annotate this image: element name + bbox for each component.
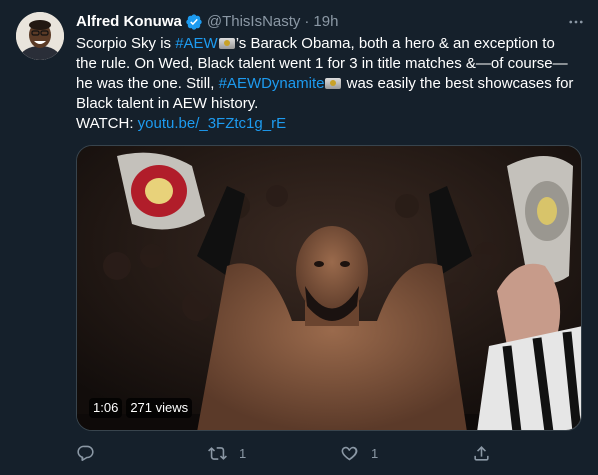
tweet[interactable]: Alfred Konuwa @ThisIsNasty · 19h Scorpio… [0,0,598,475]
retweet-count: 1 [239,445,247,461]
video-player[interactable]: 1:06 271 views [76,145,582,431]
author-handle[interactable]: @ThisIsNasty [207,12,301,32]
video-link[interactable]: youtu.be/_3FZtc1g_rE [138,115,286,132]
text-segment: was easily the best showcases for [342,75,574,92]
hashtag-link[interactable]: #AEWDynamite [219,75,325,92]
retweet-icon [208,446,227,460]
tweet-line: Black talent in AEW history. [76,94,586,114]
text-segment: he was the one. Still, [76,75,219,92]
tweet-timestamp[interactable]: 19h [313,12,338,32]
tweet-line: he was the one. Still, #AEWDynamite was … [76,74,586,94]
separator-dot: · [304,13,310,30]
avatar[interactable] [16,12,64,60]
like-button[interactable]: 1 [340,444,380,463]
video-info: 1:06 271 views [89,398,193,418]
avatar-image [16,12,64,60]
tweet-line: WATCH: youtu.be/_3FZtc1g_rE [76,114,586,134]
text-segment: ’s Barack Obama, both a hero & an except… [235,35,555,52]
tweet-line: Scorpio Sky is #AEW ’s Barack Obama, both… [76,34,586,54]
share-icon [474,445,489,461]
video-views: 271 views [126,398,193,418]
tweet-line: the rule. On Wed, Black talent went 1 fo… [76,54,586,74]
verified-badge-icon [185,13,203,31]
text-segment: Scorpio Sky is [76,35,176,52]
tweet-text: Scorpio Sky is #AEW ’s Barack Obama, both… [76,34,586,134]
tweet-header: Alfred Konuwa @ThisIsNasty · 19h [76,12,586,32]
like-count: 1 [371,445,379,461]
share-button[interactable] [472,444,512,463]
retweet-button[interactable]: 1 [208,444,248,463]
video-duration: 1:06 [89,398,123,418]
heart-icon [341,446,358,460]
reply-icon [77,445,94,461]
championship-belt-emoji-icon [218,38,235,49]
championship-belt-emoji-icon [325,78,342,89]
author-name[interactable]: Alfred Konuwa [76,12,182,32]
more-options-icon[interactable] [566,12,586,32]
reply-button[interactable] [76,444,116,463]
text-segment: Black talent in AEW history. [76,95,259,112]
text-segment: the rule. On Wed, Black talent went 1 fo… [76,55,568,72]
hashtag-link[interactable]: #AEW [175,35,218,52]
video-frame [77,146,581,430]
text-segment: WATCH: [76,115,138,132]
tweet-actions: 1 1 [76,441,512,465]
